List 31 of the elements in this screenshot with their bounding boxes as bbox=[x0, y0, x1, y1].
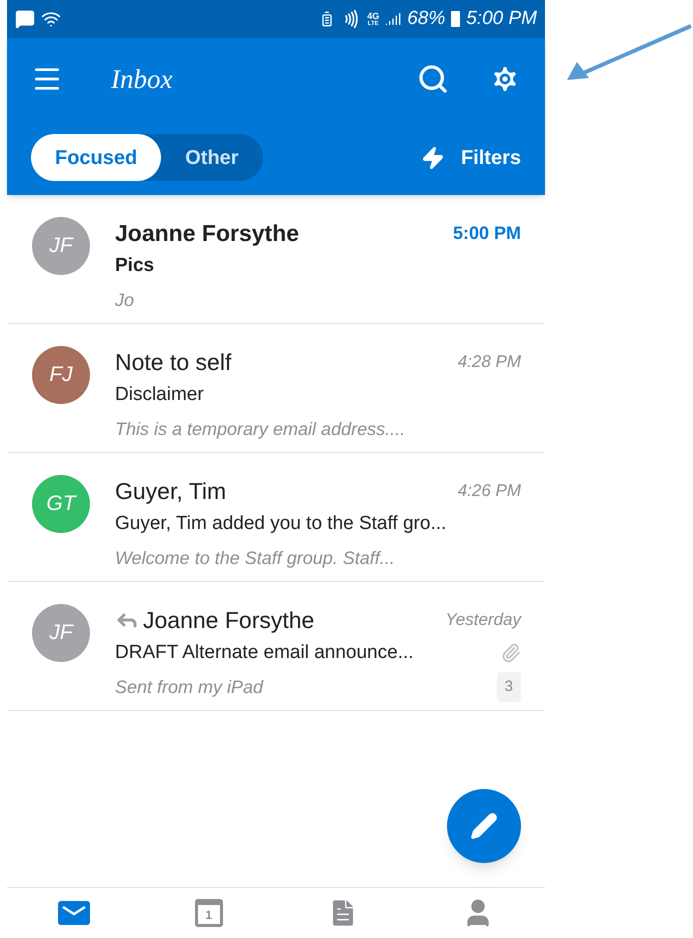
message-time: 5:00 PM bbox=[452, 222, 521, 244]
message-time: Yesterday bbox=[445, 609, 521, 632]
sender-name: Joanne Forsythe bbox=[115, 218, 300, 248]
battery-percentage: 68% bbox=[407, 6, 446, 31]
message-preview: Welcome to the Staff group. Staff... bbox=[115, 546, 396, 570]
message-time: 4:28 PM bbox=[458, 351, 521, 374]
message-row[interactable]: JF Joanne Forsythe 5:00 PM Pics Jo bbox=[7, 195, 545, 324]
avatar: GT bbox=[32, 475, 90, 533]
message-subject: Pics bbox=[115, 254, 156, 278]
inbox-tab[interactable]: Focused bbox=[31, 134, 162, 181]
message-preview: This is a temporary email address.... bbox=[115, 418, 406, 441]
sender-name: Guyer, Tim bbox=[115, 476, 228, 506]
message-subject: DRAFT Alternate email announce... bbox=[115, 640, 415, 665]
avatar: FJ bbox=[32, 346, 90, 404]
thread-count: 3 bbox=[496, 672, 521, 702]
message-subject: Disclaimer bbox=[115, 382, 205, 407]
inbox-tab[interactable]: Other bbox=[161, 134, 263, 181]
message-preview: Jo bbox=[115, 288, 136, 312]
message-row[interactable]: GT Guyer, Tim 4:26 PM Guyer, Tim added you to the Staff gro... Welcome to the Staff group. Staff... bbox=[7, 453, 545, 582]
message-time: 4:26 PM bbox=[458, 480, 521, 502]
message-row[interactable]: JF Joanne Forsythe Yesterday DRAFT Alternate email announce... Sent from my iPad 3 bbox=[7, 582, 545, 711]
message-row[interactable]: FJ Note to self 4:28 PM Disclaimer This is a temporary email address.... bbox=[7, 324, 545, 453]
message-subject: Guyer, Tim added you to the Staff gro... bbox=[115, 512, 448, 536]
avatar: JF bbox=[32, 604, 90, 662]
inbox-title: Inbox bbox=[111, 62, 174, 96]
filters-button[interactable]: Filters bbox=[420, 142, 521, 172]
clock: 5:00 PM bbox=[466, 6, 537, 31]
sender-name: Joanne Forsythe bbox=[143, 606, 316, 635]
sender-name: Note to self bbox=[115, 348, 232, 377]
avatar: JF bbox=[32, 217, 90, 275]
message-preview: Sent from my iPad bbox=[115, 676, 264, 699]
